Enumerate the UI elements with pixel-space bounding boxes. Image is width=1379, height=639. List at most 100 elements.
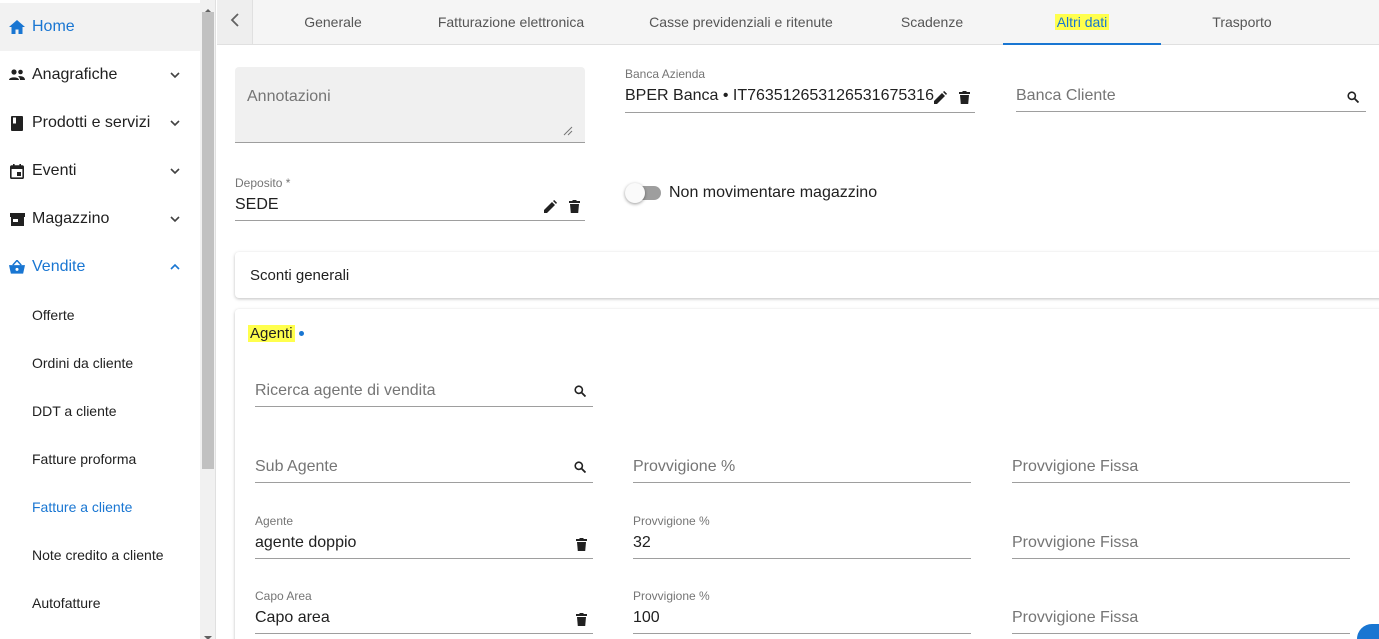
sidebar-item-label: Anagrafiche — [32, 66, 118, 83]
search-icon[interactable] — [573, 460, 587, 474]
provvigione-pct-placeholder: Provvigione % — [633, 458, 736, 475]
edit-icon[interactable] — [933, 90, 947, 104]
tab-generale[interactable]: Generale — [265, 0, 401, 44]
sidebar-subitem-proforma[interactable]: Fatture proforma — [0, 435, 200, 483]
capo-area-provvigione-label: Provvigione % — [633, 589, 710, 603]
sidebar-item-label: Eventi — [32, 162, 77, 179]
tab-label: Casse previdenziali e ritenute — [649, 14, 833, 30]
chevron-up-icon — [168, 260, 182, 274]
deposito-field[interactable]: Deposito * SEDE — [235, 173, 585, 221]
banca-azienda-field[interactable]: Banca Azienda BPER Banca • IT76351265312… — [625, 65, 975, 113]
book-icon — [9, 115, 25, 131]
capo-area-fissa-field[interactable]: Provvigione Fissa — [1012, 586, 1350, 634]
ricerca-agente-placeholder: Ricerca agente di vendita — [255, 382, 436, 399]
sidebar-subitem-label: Fatture proforma — [32, 451, 137, 467]
sconti-generali-title: Sconti generali — [250, 267, 350, 284]
agente-fissa-field[interactable]: Provvigione Fissa — [1012, 511, 1350, 559]
sidebar-subitem-ddt[interactable]: DDT a cliente — [0, 387, 200, 435]
home-icon — [9, 19, 25, 35]
delete-icon[interactable] — [567, 199, 581, 213]
agenti-title[interactable]: Agenti — [248, 325, 295, 342]
deposito-value: SEDE — [235, 196, 279, 213]
scroll-down-arrow-icon[interactable] — [203, 629, 213, 639]
provvigione-fissa-placeholder: Provvigione Fissa — [1012, 458, 1139, 475]
capo-area-fissa-placeholder: Provvigione Fissa — [1012, 609, 1139, 626]
sidebar-item-label: Magazzino — [32, 210, 110, 227]
capo-area-provvigione-field[interactable]: Provvigione % 100 — [633, 586, 971, 634]
search-icon[interactable] — [573, 384, 587, 398]
tab-altri-dati[interactable]: Altri dati — [1003, 0, 1161, 45]
sidebar-item-eventi[interactable]: Eventi — [0, 147, 200, 195]
tab-scadenze[interactable]: Scadenze — [861, 0, 1003, 44]
sidebar-item-home[interactable]: Home — [0, 3, 200, 51]
tab-trasporto[interactable]: Trasporto — [1161, 0, 1323, 44]
sidebar-subitem-label: Ordini da cliente — [32, 355, 134, 371]
annotazioni-placeholder: Annotazioni — [247, 88, 331, 105]
sidebar-subitem-label: Fatture a cliente — [32, 499, 133, 515]
delete-icon[interactable] — [957, 90, 971, 104]
basket-icon — [9, 259, 25, 275]
sub-agente-field[interactable]: Sub Agente — [255, 445, 593, 483]
agente-value: agente doppio — [255, 534, 357, 551]
annotazioni-textarea[interactable]: Annotazioni — [235, 67, 585, 143]
sidebar-item-vendite[interactable]: Vendite — [0, 243, 200, 291]
tab-label: Trasporto — [1212, 14, 1272, 30]
agente-field[interactable]: Agente agente doppio — [255, 511, 593, 559]
banca-azienda-label: Banca Azienda — [625, 67, 706, 81]
sidebar-subitem-autofatture[interactable]: Autofatture — [0, 579, 200, 627]
agente-provvigione-field[interactable]: Provvigione % 32 — [633, 511, 971, 559]
sidebar-item-magazzino[interactable]: Magazzino — [0, 195, 200, 243]
capo-area-value: Capo area — [255, 609, 330, 626]
sidebar-item-label: Prodotti e servizi — [32, 114, 151, 131]
sidebar: Home Anagrafiche Prodotti e servizi Even… — [0, 0, 200, 639]
sidebar-scrollbar[interactable] — [200, 0, 216, 639]
tab-label: Altri dati — [1054, 14, 1110, 30]
banca-cliente-field[interactable]: Banca Cliente — [1016, 65, 1366, 112]
chevron-down-icon — [168, 68, 182, 82]
agente-provvigione-value: 32 — [633, 534, 651, 551]
capo-area-field[interactable]: Capo Area Capo area — [255, 586, 593, 634]
tab-label: Scadenze — [900, 14, 964, 30]
chevron-down-icon — [168, 116, 182, 130]
store-icon — [9, 211, 25, 227]
banca-azienda-value: BPER Banca • IT76351265312653167531​6 — [625, 87, 934, 104]
sidebar-subitem-label: Offerte — [32, 307, 75, 323]
non-movimentare-toggle[interactable] — [625, 183, 661, 203]
sidebar-subitem-offerte[interactable]: Offerte — [0, 291, 200, 339]
scroll-up-arrow-icon[interactable] — [203, 2, 213, 13]
agente-fissa-placeholder: Provvigione Fissa — [1012, 534, 1139, 551]
sidebar-subitem-label: Note credito a cliente — [32, 547, 164, 563]
tab-scroll-left-button[interactable] — [217, 0, 253, 44]
ricerca-agente-field[interactable]: Ricerca agente di vendita — [255, 369, 593, 407]
sidebar-item-anagrafiche[interactable]: Anagrafiche — [0, 51, 200, 99]
deposito-label: Deposito * — [235, 176, 291, 190]
sidebar-item-prodotti[interactable]: Prodotti e servizi — [0, 99, 200, 147]
scrollbar-thumb[interactable] — [202, 12, 214, 469]
app: Home Anagrafiche Prodotti e servizi Even… — [0, 0, 1379, 639]
tab-label: Fatturazione elettronica — [437, 14, 585, 30]
agente-provvigione-label: Provvigione % — [633, 514, 710, 528]
sidebar-subitem-label: Autofatture — [32, 595, 101, 611]
agente-label: Agente — [255, 514, 294, 528]
search-icon[interactable] — [1346, 90, 1360, 104]
sub-agente-placeholder: Sub Agente — [255, 458, 338, 475]
agenti-panel: Agenti Ricerca agente di vendita Sub Age… — [235, 309, 1379, 639]
edit-icon[interactable] — [543, 199, 557, 213]
calendar-icon — [9, 163, 25, 179]
sconti-generali-panel[interactable]: Sconti generali — [235, 252, 1379, 298]
chevron-down-icon — [168, 164, 182, 178]
sidebar-subitem-fatture[interactable]: Fatture a cliente — [0, 483, 200, 531]
sidebar-subitem-note-credito[interactable]: Note credito a cliente — [0, 531, 200, 579]
sub-agente-provvigione-field[interactable]: Provvigione % — [633, 445, 971, 483]
tab-casse-previdenziali[interactable]: Casse previdenziali e ritenute — [621, 0, 861, 44]
sub-agente-fissa-field[interactable]: Provvigione Fissa — [1012, 445, 1350, 483]
delete-icon[interactable] — [574, 612, 588, 626]
status-dot — [299, 331, 304, 336]
chevron-down-icon — [168, 212, 182, 226]
tab-fatturazione-elettronica[interactable]: Fatturazione elettronica — [401, 0, 621, 44]
non-movimentare-label: Non movimentare magazzino — [669, 184, 878, 201]
sidebar-subitem-ordini[interactable]: Ordini da cliente — [0, 339, 200, 387]
toggle-knob — [625, 183, 645, 203]
delete-icon[interactable] — [574, 537, 588, 551]
resize-handle-icon[interactable] — [563, 123, 573, 136]
